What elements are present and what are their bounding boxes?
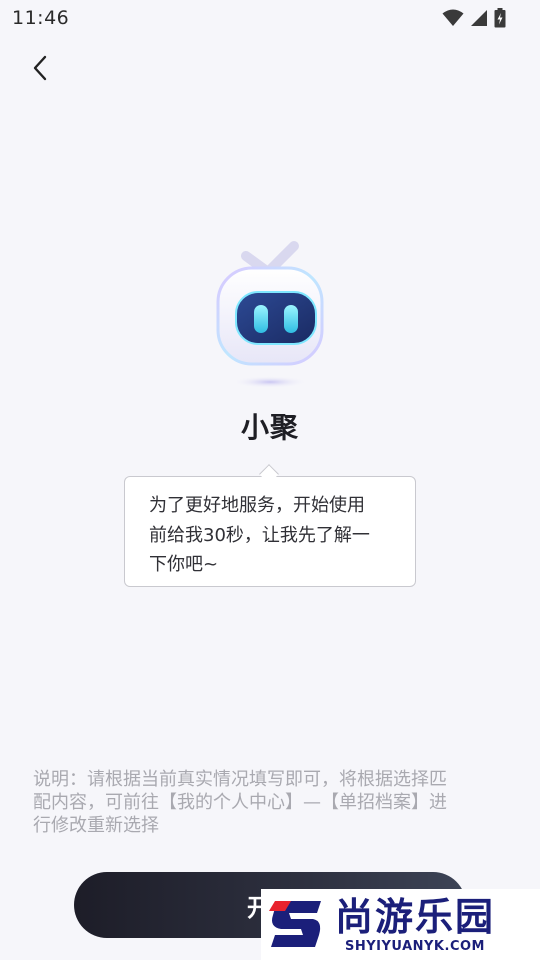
status-icons [442, 8, 506, 28]
note-line: 配内容，可前往【我的个人中心】—【单招档案】进 [33, 792, 447, 813]
bubble-line: 下你吧~ [149, 554, 219, 575]
battery-icon [494, 8, 506, 28]
watermark-logo-icon [269, 901, 321, 947]
watermark: 尚游乐园 SHYIYUANYK.COM [261, 889, 540, 960]
status-time: 11:46 [12, 7, 70, 29]
instruction-note: 说明：请根据当前真实情况填写即可，将根据选择匹 配内容，可前往【我的个人中心】—… [33, 768, 503, 837]
note-line: 行修改重新选择 [33, 815, 159, 836]
status-bar: 11:46 [0, 0, 540, 36]
watermark-text: 尚游乐园 SHYIYUANYK.COM [335, 895, 495, 955]
bubble-line: 为了更好地服务，开始使用 [149, 495, 365, 516]
chevron-left-icon [33, 55, 47, 81]
watermark-cn: 尚游乐园 [335, 894, 496, 939]
wifi-icon [442, 9, 464, 26]
signal-icon [471, 10, 487, 26]
note-line: 说明：请根据当前真实情况填写即可，将根据选择匹 [33, 769, 447, 790]
watermark-en: SHYIYUANYK.COM [345, 938, 485, 954]
speech-bubble: 为了更好地服务，开始使用 前给我30秒，让我先了解一 下你吧~ [124, 476, 416, 587]
assistant-name: 小聚 [240, 411, 299, 444]
assistant-mascot-icon [216, 241, 324, 388]
bubble-line: 前给我30秒，让我先了解一 [149, 524, 370, 546]
back-button[interactable] [22, 50, 58, 86]
